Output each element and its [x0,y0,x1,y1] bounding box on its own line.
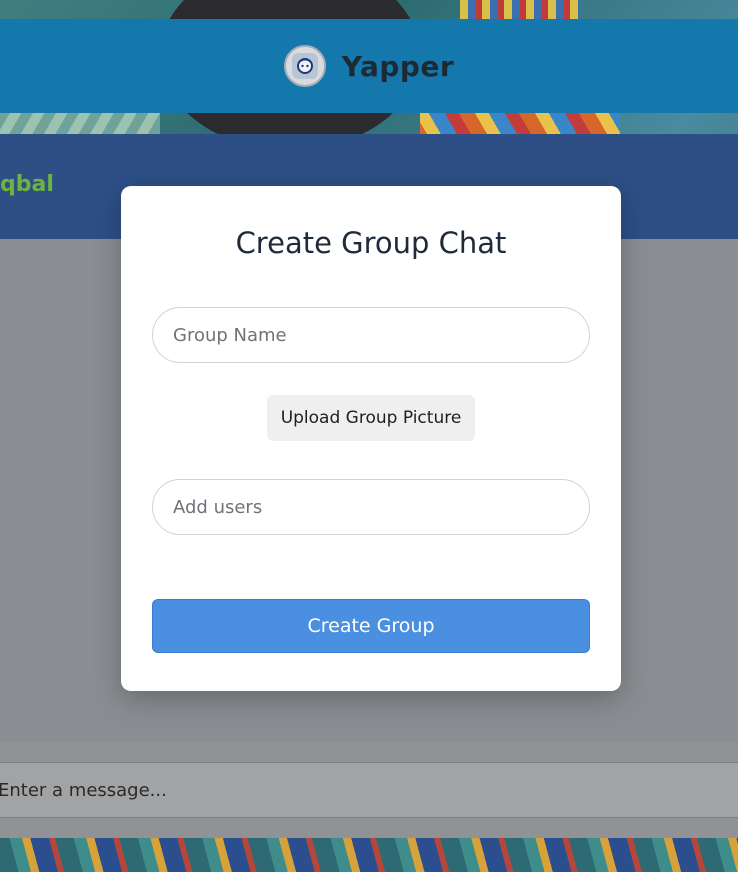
create-group-button[interactable]: Create Group [152,599,590,653]
modal-title: Create Group Chat [235,226,507,260]
group-name-input[interactable] [152,307,590,363]
create-group-modal: Create Group Chat Upload Group Picture C… [121,186,621,691]
add-users-input[interactable] [152,479,590,535]
upload-group-picture-button[interactable]: Upload Group Picture [267,395,475,441]
app-page: Yapper qbal Enter a message... Create Gr… [0,0,738,872]
